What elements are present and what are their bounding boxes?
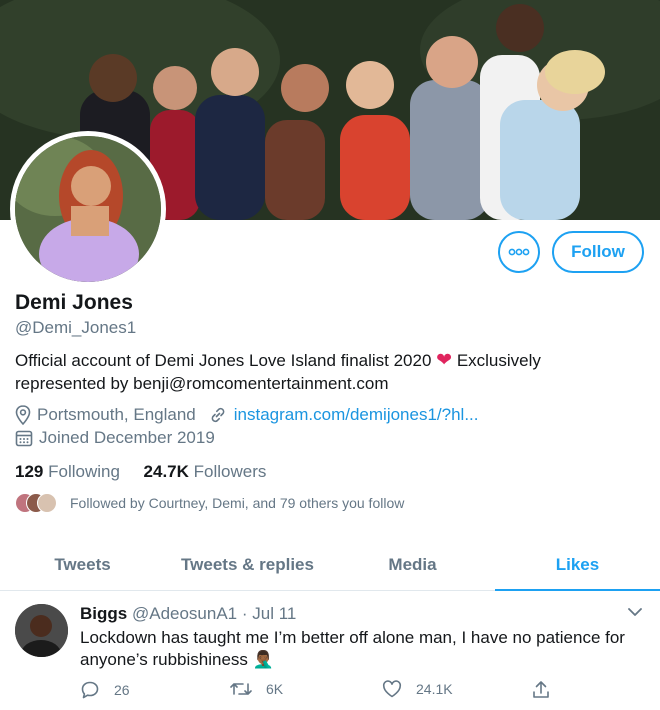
profile-avatar[interactable]: [10, 131, 166, 287]
followed-by-row[interactable]: Followed by Courtney, Demi, and 79 other…: [15, 493, 404, 513]
reply-button[interactable]: 26: [80, 680, 130, 700]
retweet-icon: [230, 683, 252, 695]
mutual-avatars: [15, 493, 57, 513]
tab-tweets[interactable]: Tweets: [0, 540, 165, 590]
profile-name: Demi Jones: [15, 291, 133, 314]
tab-media[interactable]: Media: [330, 540, 495, 590]
profile-bio: Official account of Demi Jones Love Isla…: [15, 349, 635, 395]
tweet-author-name[interactable]: Biggs: [80, 604, 127, 623]
profile-meta-joined: Joined December 2019: [15, 428, 215, 448]
retweet-count: 6K: [266, 681, 284, 697]
tab-likes[interactable]: Likes: [495, 540, 660, 591]
reply-icon: [81, 681, 99, 699]
tab-tweets-replies[interactable]: Tweets & replies: [165, 540, 330, 590]
link-icon: [211, 407, 225, 423]
tweet-header: Biggs @AdeosunA1 · Jul 11: [80, 604, 296, 624]
following-link[interactable]: 129 Following: [15, 462, 120, 481]
location-text: Portsmouth, England: [37, 405, 196, 424]
reply-count: 26: [114, 682, 130, 698]
follow-button[interactable]: Follow: [552, 231, 644, 273]
followed-by-text: Followed by Courtney, Demi, and 79 other…: [70, 495, 405, 511]
like-button[interactable]: 24.1K: [382, 680, 453, 698]
chevron-down-icon: [628, 608, 642, 616]
location-icon: [15, 405, 31, 425]
more-options-button[interactable]: [498, 231, 540, 273]
website-link[interactable]: instagram.com/demijones1/?hl...: [234, 405, 479, 425]
like-count: 24.1K: [416, 681, 453, 697]
heart-emoji: ❤: [436, 350, 453, 371]
more-icon: [508, 248, 530, 256]
tweet-menu-button[interactable]: [626, 605, 644, 624]
tweet-author-avatar[interactable]: [15, 604, 68, 657]
followers-link[interactable]: 24.7K Followers: [144, 462, 267, 481]
share-icon: [533, 681, 549, 698]
tweet-date[interactable]: Jul 11: [252, 604, 296, 623]
joined-text: Joined December 2019: [39, 428, 215, 447]
heart-icon: [382, 680, 402, 698]
tweet-actions: 26 6K 24.1K: [80, 680, 560, 704]
share-button[interactable]: [532, 680, 564, 700]
tweet-text: Lockdown has taught me I’m better off al…: [80, 628, 625, 669]
retweet-button[interactable]: 6K: [230, 680, 283, 698]
calendar-icon: [15, 430, 33, 447]
profile-tabs: Tweets Tweets & replies Media Likes: [0, 540, 660, 591]
tweet-separator: ·: [241, 604, 248, 623]
bio-text: Official account of Demi Jones Love Isla…: [15, 351, 432, 370]
profile-meta-location: Portsmouth, England instagram.com/demijo…: [15, 405, 479, 425]
tweet-author-handle[interactable]: @AdeosunA1: [132, 604, 237, 623]
follow-counts: 129 Following 24.7K Followers: [15, 462, 266, 482]
profile-handle: @Demi_Jones1: [15, 318, 137, 337]
